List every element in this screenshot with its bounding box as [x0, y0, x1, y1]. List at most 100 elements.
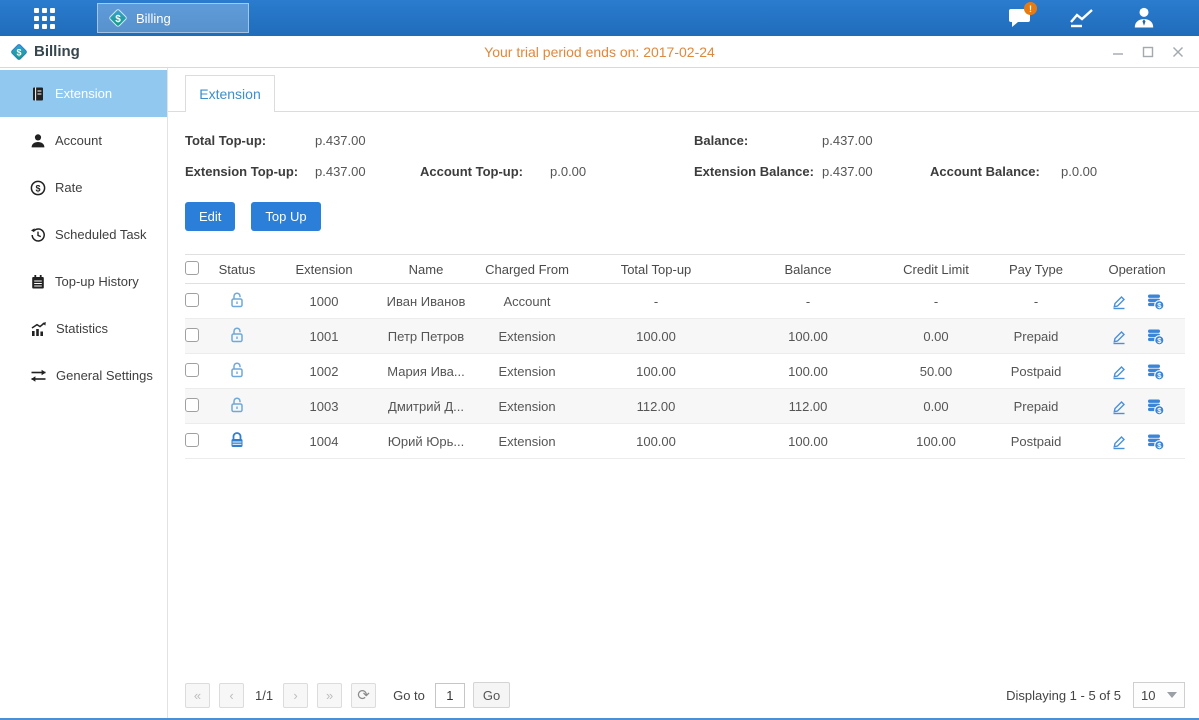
row-extension: 1003 [265, 399, 383, 414]
apps-grid-icon[interactable] [34, 8, 55, 29]
minimize-button[interactable] [1111, 45, 1125, 59]
account-icon [30, 133, 46, 149]
edit-row-icon[interactable] [1110, 327, 1128, 345]
next-page-button[interactable]: › [283, 683, 308, 708]
row-operations: $ [1089, 397, 1185, 416]
col-status: Status [209, 262, 265, 277]
total-topup-value: p.437.00 [315, 133, 366, 148]
go-button[interactable]: Go [473, 682, 510, 708]
window-titlebar: $ Billing Your trial period ends on: 201… [0, 36, 1199, 68]
svg-text:$: $ [16, 47, 21, 57]
trial-notice: Your trial period ends on: 2017-02-24 [0, 44, 1199, 60]
sidebar-item-topup-history[interactable]: Top-up History [0, 258, 167, 305]
row-checkbox[interactable] [185, 328, 199, 342]
sidebar: Extension Account $ Rate [0, 68, 168, 718]
row-operations: $ [1089, 362, 1185, 381]
row-balance: 112.00 [727, 399, 889, 414]
row-checkbox[interactable] [185, 363, 199, 377]
prev-page-button[interactable]: ‹ [219, 683, 244, 708]
row-credit-limit: 50.00 [889, 364, 983, 379]
row-checkbox[interactable] [185, 398, 199, 412]
statistics-icon [30, 321, 47, 337]
row-credit-limit: 0.00 [889, 329, 983, 344]
table-row: 1002Мария Ива...Extension100.00100.0050.… [185, 354, 1185, 389]
goto-label: Go to [393, 688, 425, 703]
extension-table: Status Extension Name Charged From Total… [185, 254, 1185, 459]
messages-icon[interactable]: ! [1005, 5, 1035, 31]
close-button[interactable] [1171, 45, 1185, 59]
row-total-topup: 100.00 [585, 364, 727, 379]
sidebar-item-general-settings[interactable]: General Settings [0, 352, 167, 399]
row-credit-limit: 100.00 [889, 434, 983, 449]
col-balance: Balance [727, 262, 889, 277]
tab-extension[interactable]: Extension [185, 75, 275, 112]
row-operations: $ [1089, 432, 1185, 451]
top-up-button[interactable]: Top Up [251, 202, 320, 231]
summary-section: Total Top-up: p.437.00 Balance: p.437.00… [185, 125, 1185, 187]
account-topup-label: Account Top-up: [420, 164, 550, 179]
edit-row-icon[interactable] [1110, 397, 1128, 415]
row-total-topup: - [585, 294, 727, 309]
account-topup-value: p.0.00 [550, 164, 586, 179]
taskbar-tab-label: Billing [136, 11, 171, 26]
edit-row-icon[interactable] [1110, 292, 1128, 310]
lock-open-icon [228, 291, 246, 309]
page-size-value: 10 [1141, 688, 1155, 703]
page-indicator: 1/1 [255, 688, 273, 703]
sidebar-item-scheduled-task[interactable]: Scheduled Task [0, 211, 167, 258]
table-header: Status Extension Name Charged From Total… [185, 254, 1185, 284]
row-balance: - [727, 294, 889, 309]
extension-topup-label: Extension Top-up: [185, 164, 315, 179]
col-pay-type: Pay Type [983, 262, 1089, 277]
account-balance-label: Account Balance: [930, 164, 1061, 179]
extension-balance-value: p.437.00 [822, 164, 930, 179]
edit-row-icon[interactable] [1110, 362, 1128, 380]
row-charged-from: Extension [469, 434, 585, 449]
pagination-bar: « ‹ 1/1 › » ⟳ Go to Go Displaying 1 - 5 … [185, 682, 1185, 708]
row-status [209, 396, 265, 417]
row-balance: 100.00 [727, 329, 889, 344]
row-checkbox[interactable] [185, 433, 199, 447]
page-size-select[interactable]: 10 [1133, 682, 1185, 708]
user-account-icon[interactable] [1129, 5, 1159, 31]
row-name: Петр Петров [383, 329, 469, 344]
row-checkbox[interactable] [185, 293, 199, 307]
sidebar-item-statistics[interactable]: Statistics [0, 305, 167, 352]
select-all-checkbox[interactable] [185, 261, 199, 275]
rate-icon: $ [30, 180, 46, 196]
table-row: 1003Дмитрий Д...Extension112.00112.000.0… [185, 389, 1185, 424]
edit-button[interactable]: Edit [185, 202, 235, 231]
row-total-topup: 112.00 [585, 399, 727, 414]
svg-text:$: $ [115, 14, 121, 25]
lock-open-icon [228, 396, 246, 414]
sidebar-item-extension[interactable]: Extension [0, 70, 167, 117]
row-balance: 100.00 [727, 434, 889, 449]
last-page-button[interactable]: » [317, 683, 342, 708]
top-up-row-icon[interactable]: $ [1146, 292, 1165, 311]
refresh-icon[interactable]: ⟳ [351, 683, 376, 708]
row-credit-limit: 0.00 [889, 399, 983, 414]
maximize-button[interactable] [1141, 45, 1155, 59]
reports-chart-icon[interactable] [1067, 5, 1097, 31]
edit-row-icon[interactable] [1110, 432, 1128, 450]
first-page-button[interactable]: « [185, 683, 210, 708]
goto-page-input[interactable] [435, 683, 465, 708]
billing-dollar-diamond-icon: $ [10, 43, 28, 61]
col-total-topup: Total Top-up [585, 262, 727, 277]
displaying-text: Displaying 1 - 5 of 5 [1006, 688, 1121, 703]
svg-text:$: $ [35, 183, 40, 193]
chevron-down-icon [1167, 692, 1177, 698]
row-pay-type: Postpaid [983, 434, 1089, 449]
lock-open-icon [228, 361, 246, 379]
topup-history-icon [30, 274, 46, 290]
main-panel: Extension Total Top-up: p.437.00 Balance… [168, 68, 1199, 718]
table-row: 1001Петр ПетровExtension100.00100.000.00… [185, 319, 1185, 354]
sidebar-item-rate[interactable]: $ Rate [0, 164, 167, 211]
top-up-row-icon[interactable]: $ [1146, 432, 1165, 451]
top-up-row-icon[interactable]: $ [1146, 327, 1165, 346]
top-up-row-icon[interactable]: $ [1146, 397, 1165, 416]
sidebar-item-account[interactable]: Account [0, 117, 167, 164]
top-up-row-icon[interactable]: $ [1146, 362, 1165, 381]
taskbar-tab-billing[interactable]: $ Billing [97, 3, 249, 33]
row-charged-from: Account [469, 294, 585, 309]
